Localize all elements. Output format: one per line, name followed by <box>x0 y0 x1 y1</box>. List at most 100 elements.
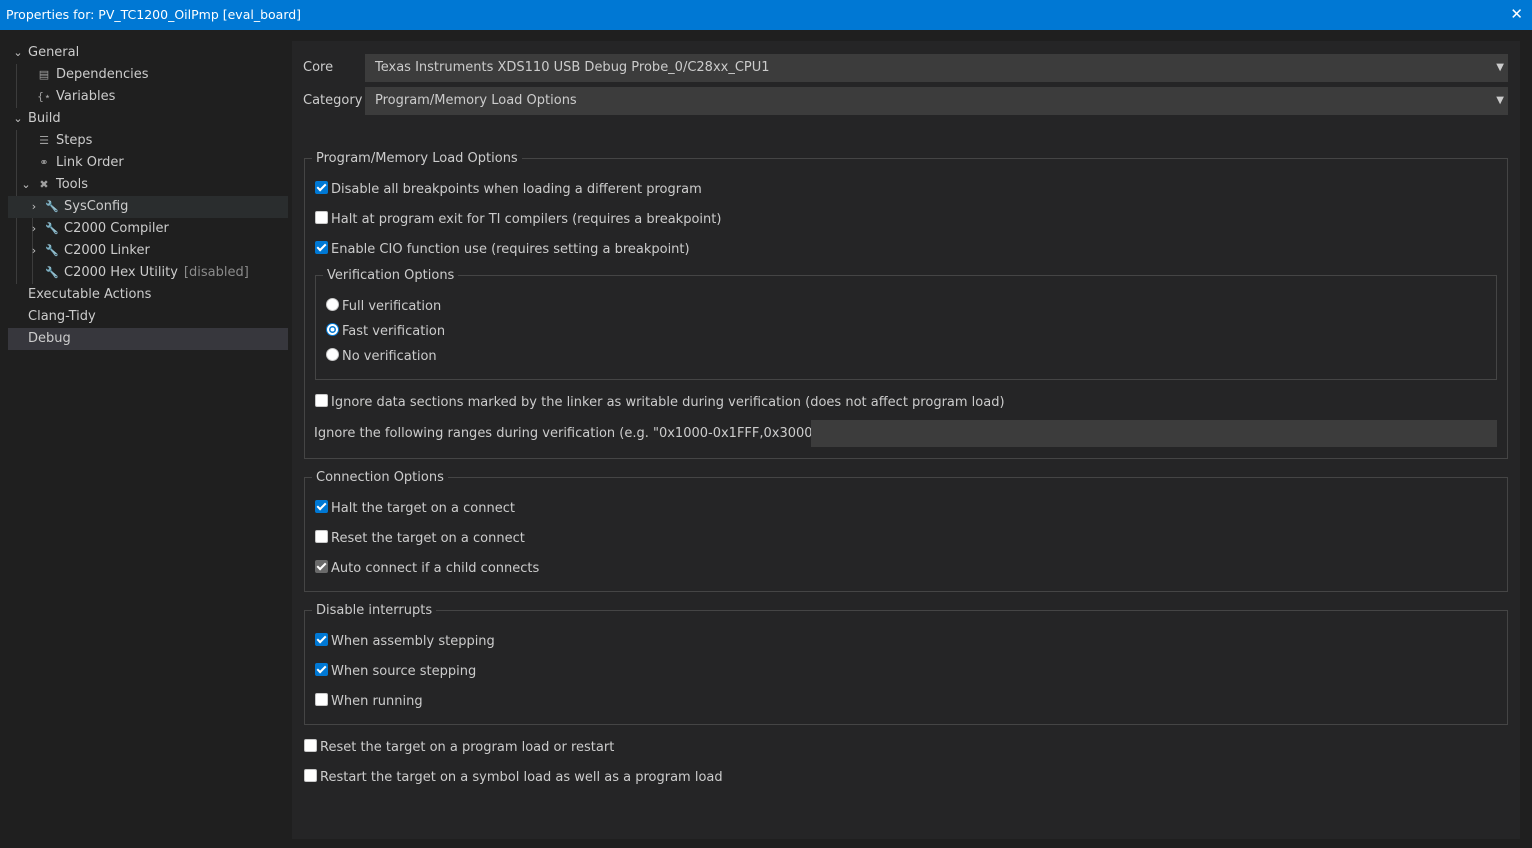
tree-item-c2000-compiler[interactable]: › 🔧 C2000 Compiler <box>8 218 288 240</box>
wrench-icon: 🔧 <box>45 200 59 213</box>
tree-item-dependencies[interactable]: ▤ Dependencies <box>8 64 288 86</box>
checkbox-label: Reset the target on a program load or re… <box>320 740 615 755</box>
verification-legend: Verification Options <box>323 268 459 283</box>
core-select-value: Texas Instruments XDS110 USB Debug Probe… <box>375 60 770 75</box>
tree-item-build[interactable]: ⌄ Build <box>8 108 288 130</box>
link-icon: ⚭ <box>39 156 49 169</box>
checkbox-unchecked[interactable] <box>304 769 317 782</box>
chevron-down-icon: ⌄ <box>13 112 23 125</box>
auto-connect-child-checkbox: Auto connect if a child connects <box>315 560 539 578</box>
radio-unselected[interactable] <box>326 298 339 311</box>
checkbox-unchecked[interactable] <box>315 394 328 407</box>
window-title: Properties for: PV_TC1200_OilPmp [eval_b… <box>6 7 302 22</box>
checkbox-unchecked[interactable] <box>315 693 328 706</box>
debug-settings-panel: Core Texas Instruments XDS110 USB Debug … <box>292 41 1520 839</box>
tree-item-label: C2000 Compiler <box>64 221 169 236</box>
reset-on-load-checkbox[interactable]: Reset the target on a program load or re… <box>304 739 614 757</box>
disable-interrupts-group <box>304 610 1508 725</box>
chevron-right-icon[interactable]: › <box>26 196 42 218</box>
tree-item-label: Tools <box>56 177 89 192</box>
checkbox-unchecked[interactable] <box>304 739 317 752</box>
halt-at-exit-checkbox[interactable]: Halt at program exit for TI compilers (r… <box>315 211 721 229</box>
tree-item-clang-tidy[interactable]: Clang-Tidy <box>8 306 288 328</box>
checkbox-label: Ignore data sections marked by the linke… <box>331 395 1005 410</box>
program-memory-legend: Program/Memory Load Options <box>312 151 522 166</box>
category-label: Category <box>303 93 363 108</box>
tree-item-tools[interactable]: ⌄ ✖ Tools <box>8 174 288 196</box>
checkbox-label: Halt at program exit for TI compilers (r… <box>331 212 722 227</box>
tree-item-label: Clang-Tidy <box>28 309 96 324</box>
no-verification-radio[interactable]: No verification <box>326 348 437 366</box>
chevron-down-icon: ▼ <box>1496 95 1504 106</box>
when-running-checkbox[interactable]: When running <box>315 693 423 711</box>
checkbox-checked[interactable] <box>315 181 328 194</box>
core-label: Core <box>303 60 334 75</box>
full-verification-radio[interactable]: Full verification <box>326 298 441 316</box>
ignore-writable-checkbox[interactable]: Ignore data sections marked by the linke… <box>315 394 1005 412</box>
checkbox-label: When running <box>331 694 423 709</box>
tree-item-executable-actions[interactable]: Executable Actions <box>8 284 288 306</box>
checkbox-label: Restart the target on a symbol load as w… <box>320 770 723 785</box>
core-select[interactable]: Texas Instruments XDS110 USB Debug Probe… <box>365 54 1508 82</box>
tree-item-link-order[interactable]: ⚭ Link Order <box>8 152 288 174</box>
checkbox-label: Enable CIO function use (requires settin… <box>331 242 690 257</box>
tree-item-label: Steps <box>56 133 93 148</box>
tree-item-label: Executable Actions <box>28 287 152 302</box>
checkbox-label: When source stepping <box>331 664 477 679</box>
checkbox-checked[interactable] <box>315 663 328 676</box>
fast-verification-radio[interactable]: Fast verification <box>326 323 445 341</box>
ignore-ranges-input[interactable] <box>811 420 1497 447</box>
radio-label: Full verification <box>342 299 442 314</box>
checkbox-label: Reset the target on a connect <box>331 531 525 546</box>
tree-item-debug[interactable]: Debug <box>8 328 288 350</box>
disable-breakpoints-checkbox[interactable]: Disable all breakpoints when loading a d… <box>315 181 702 199</box>
chevron-right-icon[interactable]: › <box>26 240 42 262</box>
list-icon: ☰ <box>39 134 49 147</box>
radio-label: No verification <box>342 349 437 364</box>
checkbox-label: Disable all breakpoints when loading a d… <box>331 182 702 197</box>
wrench-icon: 🔧 <box>45 266 59 279</box>
halt-on-connect-checkbox[interactable]: Halt the target on a connect <box>315 500 515 518</box>
tree-item-label: General <box>28 45 80 60</box>
tools-icon: ✖ <box>39 178 49 191</box>
radio-label: Fast verification <box>342 324 446 339</box>
checkbox-unchecked[interactable] <box>315 530 328 543</box>
title-bar: Properties for: PV_TC1200_OilPmp [eval_b… <box>0 0 1532 30</box>
disable-interrupts-legend: Disable interrupts <box>312 603 437 618</box>
settings-tree: ⌄ General ▤ Dependencies {⋆ Variables ⌄ … <box>0 30 292 848</box>
chevron-down-icon: ▼ <box>1496 62 1504 73</box>
assembly-stepping-checkbox[interactable]: When assembly stepping <box>315 633 495 651</box>
disabled-suffix: [disabled] <box>183 265 249 280</box>
tree-item-c2000-linker[interactable]: › 🔧 C2000 Linker <box>8 240 288 262</box>
tree-item-general[interactable]: ⌄ General <box>8 42 288 64</box>
checkbox-checked[interactable] <box>315 241 328 254</box>
reset-on-connect-checkbox[interactable]: Reset the target on a connect <box>315 530 525 548</box>
connection-options-legend: Connection Options <box>312 470 448 485</box>
enable-cio-checkbox[interactable]: Enable CIO function use (requires settin… <box>315 241 690 259</box>
checkbox-label: Halt the target on a connect <box>331 501 515 516</box>
tree-item-label: Link Order <box>56 155 124 170</box>
tree-item-c2000-hex-utility[interactable]: 🔧 C2000 Hex Utility [disabled] <box>8 262 288 284</box>
tree-item-label: Build <box>28 111 61 126</box>
checkbox-label: Auto connect if a child connects <box>331 561 540 576</box>
chevron-down-icon: ⌄ <box>13 46 23 59</box>
tree-item-steps[interactable]: ☰ Steps <box>8 130 288 152</box>
verification-group <box>315 275 1497 380</box>
tree-item-variables[interactable]: {⋆ Variables <box>8 86 288 108</box>
tree-item-label: C2000 Linker <box>64 243 150 258</box>
radio-selected[interactable] <box>326 323 339 336</box>
restart-on-symbol-load-checkbox[interactable]: Restart the target on a symbol load as w… <box>304 769 723 787</box>
category-select-value: Program/Memory Load Options <box>375 93 577 108</box>
checkbox-checked[interactable] <box>315 633 328 646</box>
tree-item-label: C2000 Hex Utility <box>64 265 178 280</box>
tree-item-sysconfig[interactable]: › 🔧 SysConfig <box>8 196 288 218</box>
checkbox-unchecked[interactable] <box>315 211 328 224</box>
source-stepping-checkbox[interactable]: When source stepping <box>315 663 476 681</box>
chevron-right-icon[interactable]: › <box>26 218 42 240</box>
checkbox-label: When assembly stepping <box>331 634 495 649</box>
category-select[interactable]: Program/Memory Load Options ▼ <box>365 87 1508 115</box>
close-icon[interactable]: ✕ <box>1510 5 1523 23</box>
radio-unselected[interactable] <box>326 348 339 361</box>
chevron-down-icon: ⌄ <box>21 178 31 191</box>
checkbox-checked[interactable] <box>315 500 328 513</box>
